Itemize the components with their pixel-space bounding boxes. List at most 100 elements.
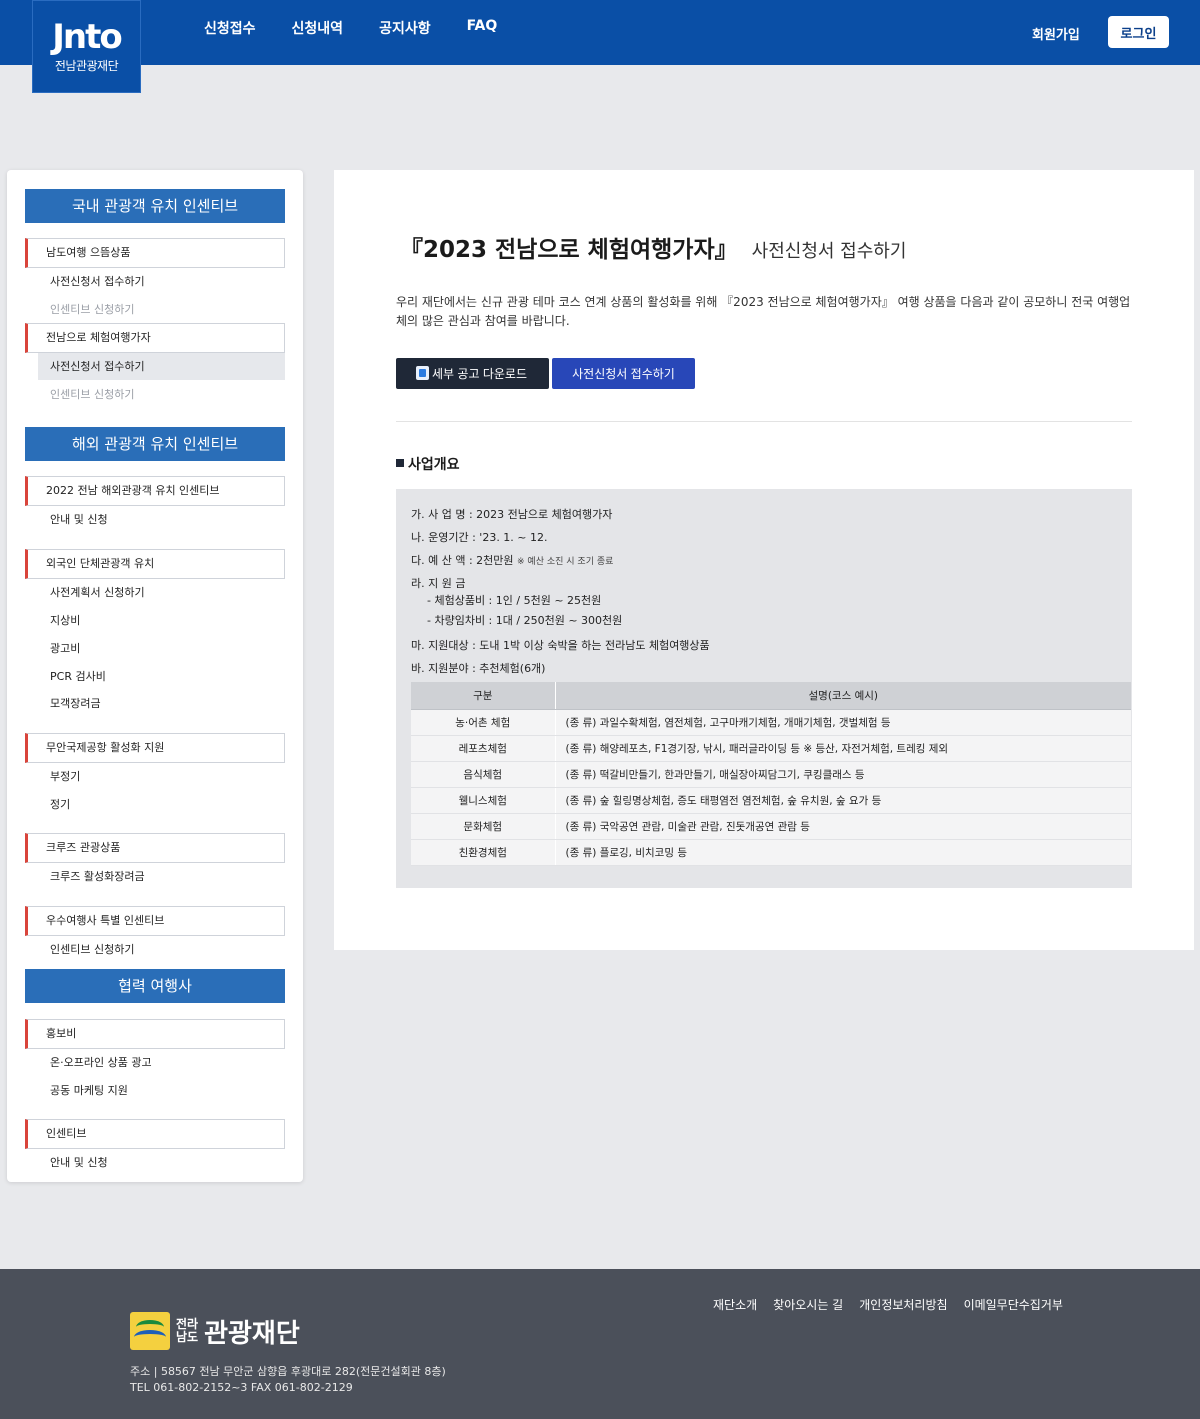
sidebar-item[interactable]: 사전계획서 신청하기 — [38, 579, 285, 606]
main-content: 『2023 전남으로 체험여행가자』 사전신청서 접수하기 우리 재단에서는 신규… — [334, 170, 1194, 950]
table-cell-category: 문화체험 — [411, 813, 556, 840]
table-cell-category: 친환경체험 — [411, 839, 556, 866]
sidebar-item[interactable]: 인센티브 신청하기 — [38, 936, 285, 963]
footer-logo-name: 관광재단 — [204, 1318, 300, 1349]
sidebar-group[interactable]: 외국인 단체관광객 유치 — [25, 549, 285, 579]
table-cell-category: 레포츠체험 — [411, 735, 556, 762]
sidebar-item[interactable]: 안내 및 신청 — [38, 1149, 285, 1176]
overview-line: 라. 지 원 금 — [411, 577, 466, 590]
footer-address-line: 주소 | 58567 전남 무안군 삼향읍 후광대로 282(전문건설회관 8층… — [130, 1365, 446, 1378]
sidebar-item[interactable]: 지상비 — [38, 607, 285, 634]
table-cell-category: 음식체험 — [411, 761, 556, 788]
main-nav: 신청접수 신청내역 공지사항 FAQ — [186, 0, 515, 52]
table-row: 웰니스체험 (종 류) 숲 힐링명상체험, 증도 태평염전 염전체험, 숲 유치원… — [411, 787, 1131, 814]
table-cell-desc: (종 류) 해양레포츠, F1경기장, 낚시, 패러글라이딩 등 ※ 등산, 자… — [555, 735, 1131, 762]
sidebar-item[interactable]: PCR 검사비 — [38, 663, 285, 690]
overview-line: 가. 사 업 명 : 2023 전남으로 체험여행가자 — [411, 508, 613, 521]
sidebar-item[interactable]: 온·오프라인 상품 광고 — [38, 1049, 285, 1076]
table-cell-category: 웰니스체험 — [411, 787, 556, 814]
sidebar-item[interactable]: 광고비 — [38, 635, 285, 662]
nav-notice[interactable]: 공지사항 — [361, 0, 449, 52]
footer: 재단소개 찾아오시는 길 개인정보처리방침 이메일무단수집거부 전라 남도 관광재… — [0, 1269, 1200, 1419]
logo-mark: Jnto — [52, 17, 122, 57]
sidebar-group[interactable]: 남도여행 으뜸상품 — [25, 238, 285, 268]
sidebar-item[interactable]: 부정기 — [38, 763, 285, 790]
footer-logo: 전라 남도 관광재단 — [130, 1312, 300, 1350]
page-title: 『2023 전남으로 체험여행가자』 사전신청서 접수하기 — [400, 230, 906, 264]
overview-line: 다. 예 산 액 : 2천만원 ※ 예산 소진 시 조기 종료 — [411, 552, 613, 568]
footer-links: 재단소개 찾아오시는 길 개인정보처리방침 이메일무단수집거부 — [713, 1296, 1063, 1313]
signup-link[interactable]: 회원가입 — [1032, 24, 1080, 43]
table-header: 설명(코스 예시) — [555, 682, 1131, 710]
sidebar-section-overseas: 해외 관광객 유치 인센티브 — [25, 427, 285, 461]
nav-history[interactable]: 신청내역 — [274, 0, 362, 52]
sidebar-group[interactable]: 크루즈 관광상품 — [25, 833, 285, 863]
table-cell-desc: (종 류) 플로깅, 비치코밍 등 — [555, 839, 1131, 866]
sidebar-item[interactable]: 사전신청서 접수하기 — [38, 268, 285, 295]
footer-link-email-policy[interactable]: 이메일무단수집거부 — [964, 1296, 1063, 1313]
intro-text: 우리 재단에서는 신규 관광 테마 코스 연계 상품의 활성화를 위해 『202… — [396, 295, 1131, 328]
section-heading-text: 사업개요 — [408, 457, 460, 473]
overview-box: 가. 사 업 명 : 2023 전남으로 체험여행가자 나. 운영기간 : '2… — [396, 489, 1132, 888]
table-row: 친환경체험 (종 류) 플로깅, 비치코밍 등 — [411, 839, 1131, 866]
footer-logo-region: 전라 남도 — [176, 1318, 198, 1344]
download-notice-button[interactable]: 세부 공고 다운로드 — [396, 358, 549, 389]
overview-budget: 다. 예 산 액 : 2천만원 — [411, 554, 514, 567]
footer-link-privacy[interactable]: 개인정보처리방침 — [859, 1296, 947, 1313]
sidebar-item[interactable]: 모객장려금 — [38, 690, 285, 717]
overview-line: 바. 지원분야 : 추천체험(6개) — [411, 662, 546, 675]
footer-tel-line: TEL 061-802-2152~3 FAX 061-802-2129 — [130, 1381, 353, 1394]
nav-apply[interactable]: 신청접수 — [186, 0, 274, 52]
sidebar-item[interactable]: 인센티브 신청하기 — [38, 296, 285, 323]
page-title-main: 『2023 전남으로 체험여행가자』 — [400, 237, 738, 263]
nav-faq[interactable]: FAQ — [449, 0, 516, 52]
sidebar-item-active[interactable]: 사전신청서 접수하기 — [38, 353, 285, 380]
sidebar-group[interactable]: 2022 전남 해외관광객 유치 인센티브 — [25, 476, 285, 506]
table-header: 구분 — [411, 682, 556, 710]
table-cell-desc: (종 류) 떡갈비만들기, 한과만들기, 매실장아찌담그기, 쿠킹클래스 등 — [555, 761, 1131, 788]
sidebar-item[interactable]: 인센티브 신청하기 — [38, 381, 285, 408]
file-icon — [416, 366, 429, 380]
sidebar-group[interactable]: 인센티브 — [25, 1119, 285, 1149]
table-cell-desc: (종 류) 과일수확체험, 염전체험, 고구마캐기체험, 개매기체험, 갯벌체험… — [555, 709, 1131, 736]
table-row: 음식체험 (종 류) 떡갈비만들기, 한과만들기, 매실장아찌담그기, 쿠킹클래스… — [411, 761, 1131, 788]
sidebar-group[interactable]: 무안국제공항 활성화 지원 — [25, 733, 285, 763]
sidebar-section-domestic: 국내 관광객 유치 인센티브 — [25, 189, 285, 223]
table-cell-desc: (종 류) 국악공연 관람, 미술관 관람, 진돗개공연 관람 등 — [555, 813, 1131, 840]
page-title-sub: 사전신청서 접수하기 — [751, 241, 907, 262]
sidebar-item[interactable]: 정기 — [38, 791, 285, 818]
logo-subtitle: 전남관광재단 — [54, 59, 119, 73]
table-row: 농·어촌 체험 (종 류) 과일수확체험, 염전체험, 고구마캐기체험, 개매기체… — [411, 709, 1131, 736]
section-heading: 사업개요 — [396, 454, 460, 474]
sidebar-group[interactable]: 홍보비 — [25, 1019, 285, 1049]
download-label: 세부 공고 다운로드 — [432, 367, 527, 381]
emblem-icon — [130, 1312, 170, 1350]
footer-logo-region-2: 남도 — [176, 1330, 199, 1344]
sidebar-group[interactable]: 우수여행사 특별 인센티브 — [25, 906, 285, 936]
square-bullet-icon — [396, 459, 404, 467]
table-cell-category: 농·어촌 체험 — [411, 709, 556, 736]
overview-subline: - 체험상품비 : 1인 / 5천원 ~ 25천원 — [427, 594, 602, 607]
apply-button[interactable]: 사전신청서 접수하기 — [552, 358, 695, 389]
overview-budget-note: ※ 예산 소진 시 조기 종료 — [517, 557, 614, 567]
sidebar-item[interactable]: 공동 마케팅 지원 — [38, 1077, 285, 1104]
sidebar-group[interactable]: 전남으로 체험여행가자 — [25, 323, 285, 353]
table-header-row: 구분 설명(코스 예시) — [411, 682, 1131, 710]
footer-link-about[interactable]: 재단소개 — [713, 1296, 757, 1313]
table-row: 레포츠체험 (종 류) 해양레포츠, F1경기장, 낚시, 패러글라이딩 등 ※ … — [411, 735, 1131, 762]
table-row: 문화체험 (종 류) 국악공연 관람, 미술관 관람, 진돗개공연 관람 등 — [411, 813, 1131, 840]
experience-table: 구분 설명(코스 예시) 농·어촌 체험 (종 류) 과일수확체험, 염전체험, … — [411, 682, 1131, 866]
footer-link-directions[interactable]: 찾아오시는 길 — [773, 1296, 843, 1313]
overview-subline: - 차량임차비 : 1대 / 250천원 ~ 300천원 — [427, 614, 623, 627]
overview-line: 나. 운영기간 : '23. 1. ~ 12. — [411, 531, 548, 544]
site-logo[interactable]: Jnto 전남관광재단 — [32, 0, 141, 93]
sidebar-item[interactable]: 크루즈 활성화장려금 — [38, 863, 285, 890]
overview-line: 마. 지원대상 : 도내 1박 이상 숙박을 하는 전라남도 체험여행상품 — [411, 639, 710, 652]
top-header — [0, 0, 1200, 65]
sidebar-item[interactable]: 안내 및 신청 — [38, 506, 285, 533]
sidebar-section-partner: 협력 여행사 — [25, 969, 285, 1003]
login-button[interactable]: 로그인 — [1108, 16, 1169, 48]
table-cell-desc: (종 류) 숲 힐링명상체험, 증도 태평염전 염전체험, 숲 유치원, 숲 요… — [555, 787, 1131, 814]
divider — [396, 421, 1132, 422]
footer-address: 주소 | 58567 전남 무안군 삼향읍 후광대로 282(전문건설회관 8층… — [130, 1364, 446, 1396]
